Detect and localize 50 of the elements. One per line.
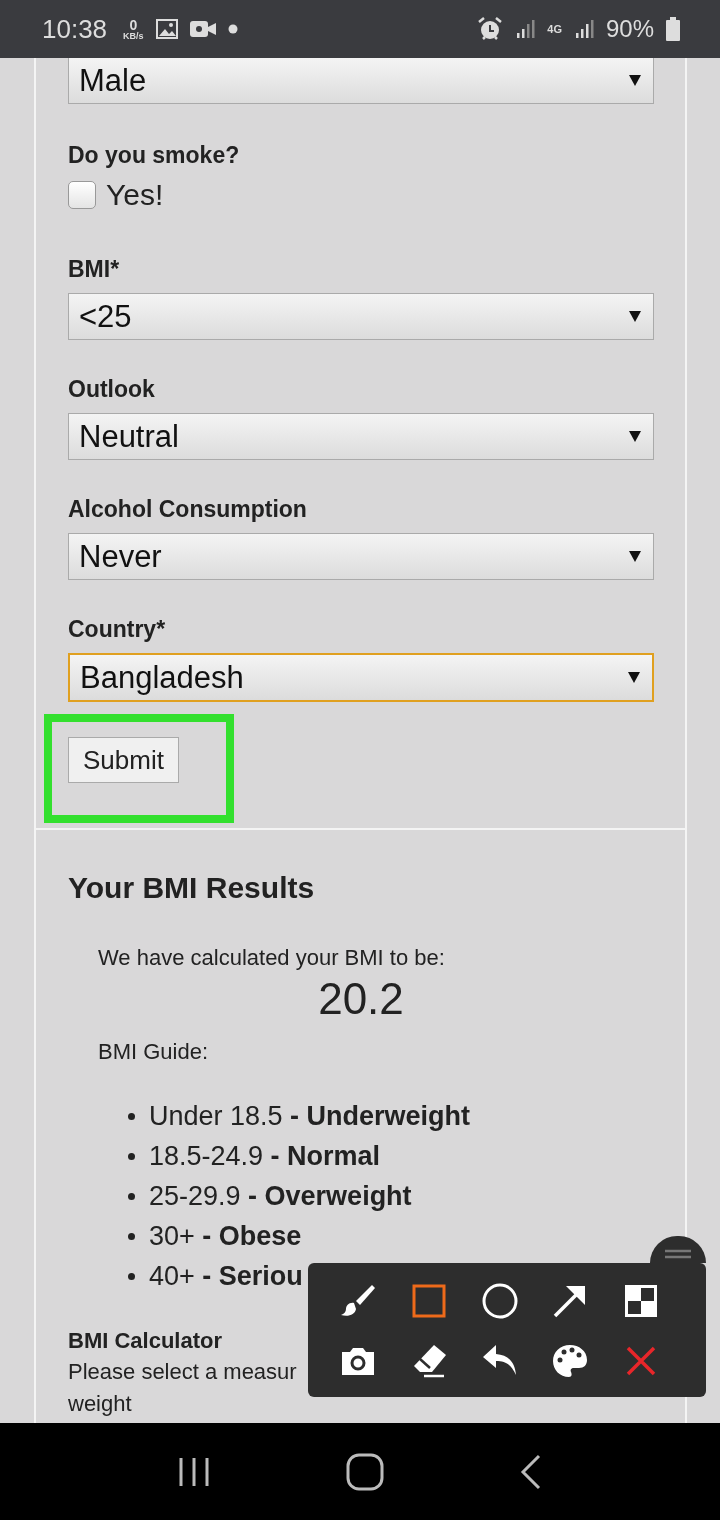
- dropdown-select[interactable]: Neutral: [68, 413, 654, 460]
- bullet-dot: [128, 1192, 135, 1200]
- bullet-dot: [128, 1152, 135, 1160]
- gender-select[interactable]: Male: [68, 58, 654, 104]
- results-heading: Your BMI Results: [68, 870, 316, 906]
- signal-icon: [573, 19, 594, 39]
- guide-label: BMI Guide:: [97, 1038, 210, 1066]
- guide-item: Under 18.5 - Underweight: [149, 1100, 471, 1133]
- field-label: Outlook: [68, 375, 156, 403]
- network-speed: 0 KB/s: [123, 17, 144, 41]
- field-label: Country*: [68, 615, 167, 643]
- signal-icon: [515, 19, 536, 39]
- toolbar-handle[interactable]: [650, 1236, 706, 1263]
- dropdown-arrow-icon: [629, 311, 641, 322]
- bmi-value: 20.2: [317, 974, 405, 1024]
- home-icon[interactable]: [346, 1452, 384, 1491]
- checkbox[interactable]: [68, 181, 96, 209]
- clock-time: 10:38: [42, 13, 108, 45]
- section-heading: BMI Calculator: [68, 1327, 224, 1355]
- dropdown-arrow-icon: [629, 75, 641, 86]
- alarm-clock-icon: [477, 17, 504, 41]
- guide-item: 30+ - Obese: [149, 1220, 302, 1253]
- guide-item: 25-29.9 - Overweight: [149, 1180, 412, 1213]
- field-label: Alcohol Consumption: [68, 495, 308, 523]
- guide-item: 40+ - Seriou: [149, 1260, 303, 1293]
- notification-dot-icon: [227, 24, 238, 34]
- bullet-dot: [128, 1272, 135, 1280]
- back-icon[interactable]: [518, 1453, 543, 1490]
- section-text: weight: [68, 1390, 132, 1418]
- video-camera-icon: [189, 20, 216, 38]
- bullet-dot: [128, 1112, 135, 1120]
- bullet-dot: [128, 1232, 135, 1240]
- dropdown-arrow-icon: [628, 672, 640, 683]
- dropdown-select[interactable]: Bangladesh: [68, 653, 654, 702]
- dropdown-select[interactable]: Never: [68, 533, 654, 580]
- image-icon: [155, 19, 178, 39]
- section-text: Please select a measur: [68, 1358, 297, 1386]
- guide-item: 18.5-24.9 - Normal: [149, 1140, 381, 1173]
- dropdown-arrow-icon: [629, 551, 641, 562]
- submit-button[interactable]: Submit: [68, 737, 179, 783]
- network-type: 4G: [547, 23, 562, 35]
- recent-apps-icon[interactable]: [177, 1455, 212, 1488]
- battery-percent: 90%: [605, 15, 654, 43]
- results-text: We have calculated your BMI to be:: [97, 944, 446, 972]
- field-label: BMI*: [68, 255, 121, 283]
- dropdown-select[interactable]: <25: [68, 293, 654, 340]
- dropdown-arrow-icon: [629, 431, 641, 442]
- checkbox-label: Yes!: [106, 178, 164, 212]
- field-label: Do you smoke?: [68, 141, 241, 169]
- battery-icon: [666, 17, 680, 41]
